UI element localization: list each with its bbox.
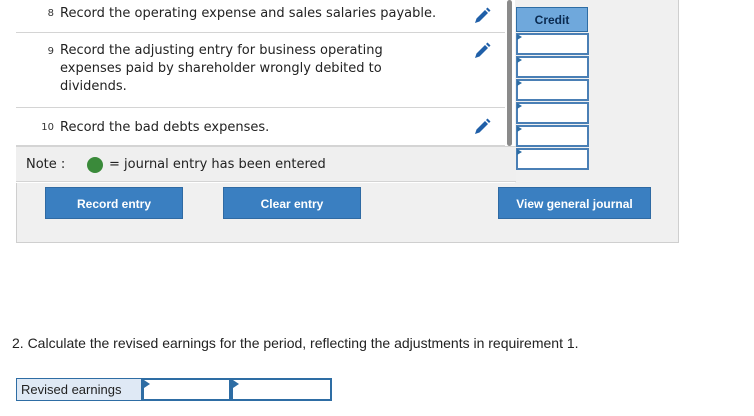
credit-cell[interactable] bbox=[516, 125, 589, 147]
cell-marker-icon bbox=[517, 149, 522, 155]
entry-number: 9 bbox=[47, 46, 54, 57]
credit-cell[interactable] bbox=[516, 56, 589, 78]
question-text: 2. Calculate the revised earnings for th… bbox=[12, 335, 579, 351]
pencil-icon[interactable] bbox=[472, 41, 492, 61]
credit-cell[interactable] bbox=[516, 148, 589, 170]
cell-marker-icon bbox=[144, 380, 150, 388]
cell-marker-icon bbox=[233, 380, 239, 388]
list-item[interactable]: 9 Record the adjusting entry for busines… bbox=[16, 33, 505, 108]
pencil-icon[interactable] bbox=[472, 6, 492, 26]
scrollbar-thumb[interactable] bbox=[507, 0, 512, 146]
view-general-journal-button[interactable]: View general journal bbox=[498, 187, 651, 219]
note-description: = journal entry has been entered bbox=[109, 157, 326, 172]
list-item[interactable]: 10 Record the bad debts expenses. bbox=[16, 108, 505, 146]
entered-indicator-icon bbox=[87, 157, 103, 173]
record-entry-button[interactable]: Record entry bbox=[45, 187, 183, 219]
credit-cell[interactable] bbox=[516, 102, 589, 124]
credit-cell[interactable] bbox=[516, 33, 589, 55]
note-label: Note : bbox=[26, 157, 66, 172]
entry-description: Record the bad debts expenses. bbox=[60, 120, 270, 135]
cell-marker-icon bbox=[517, 57, 522, 63]
pencil-icon[interactable] bbox=[472, 117, 492, 137]
entry-number: 10 bbox=[41, 122, 54, 133]
entry-description: Record the operating expense and sales s… bbox=[60, 6, 437, 21]
revised-earnings-input-2[interactable] bbox=[231, 378, 332, 401]
entry-number: 8 bbox=[47, 8, 54, 19]
credit-cell[interactable] bbox=[516, 79, 589, 101]
note-bar: Note : = journal entry has been entered bbox=[16, 146, 516, 182]
revised-earnings-label: Revised earnings bbox=[16, 378, 142, 401]
cell-marker-icon bbox=[517, 34, 522, 40]
credit-column-header: Credit bbox=[516, 7, 588, 32]
list-item[interactable]: 8 Record the operating expense and sales… bbox=[16, 0, 505, 33]
cell-marker-icon bbox=[517, 80, 522, 86]
revised-earnings-input-1[interactable] bbox=[142, 378, 231, 401]
cell-marker-icon bbox=[517, 126, 522, 132]
cell-marker-icon bbox=[517, 103, 522, 109]
entry-description: Record the adjusting entry for business … bbox=[60, 43, 383, 94]
clear-entry-button[interactable]: Clear entry bbox=[223, 187, 361, 219]
